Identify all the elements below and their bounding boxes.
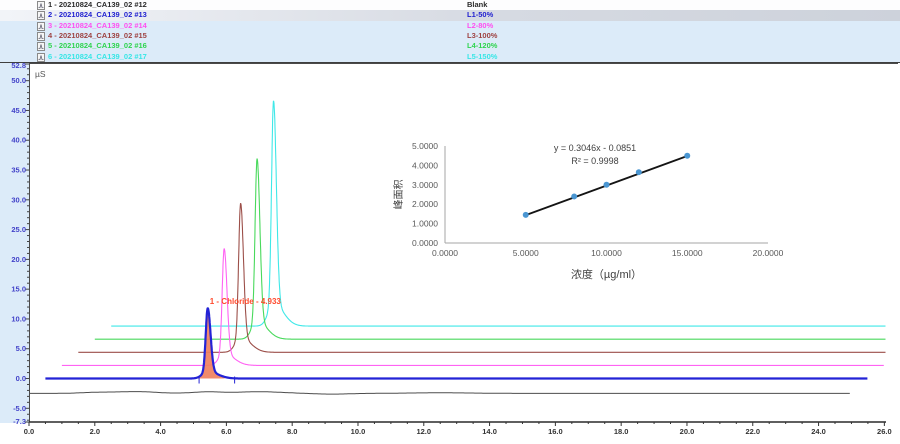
svg-text:45.0: 45.0 — [11, 106, 26, 115]
svg-text:10.0000: 10.0000 — [591, 248, 622, 258]
chromatogram-file-icon — [37, 22, 45, 31]
level-label: L1-50% — [467, 10, 493, 21]
legend-row[interactable]: 5 - 20210824_CA139_02 #16 L4-120% — [0, 41, 900, 51]
calib-y-title: 峰面积 — [393, 180, 405, 210]
svg-text:22.0: 22.0 — [745, 427, 760, 436]
svg-text:15.0: 15.0 — [11, 285, 26, 294]
svg-text:20.0000: 20.0000 — [753, 248, 784, 258]
x-axis-ticks: 0.0 2.0 4.0 6.0 8.0 10.0 12.0 14.0 16.0 18.0 20.0 2… — [24, 422, 892, 436]
sample-name: 5 - 20210824_CA139_02 #16 — [48, 41, 147, 52]
legend-row[interactable]: 6 - 20210824_CA139_02 #17 L5-150% — [0, 52, 900, 62]
sample-name: 3 - 20210824_CA139_02 #14 — [48, 21, 147, 32]
trendline-r2: R² = 0.9998 — [571, 156, 618, 166]
chromatogram-file-icon — [37, 42, 45, 51]
svg-text:16.0: 16.0 — [548, 427, 563, 436]
legend-row[interactable]: 2 - 20210824_CA139_02 #13 L1-50% — [0, 10, 900, 20]
svg-text:6.0: 6.0 — [221, 427, 231, 436]
calibration-point — [523, 212, 529, 218]
svg-text:25.0: 25.0 — [11, 225, 26, 234]
chromatogram-file-icon — [37, 32, 45, 41]
svg-text:10.0: 10.0 — [11, 314, 26, 323]
svg-text:50.0: 50.0 — [11, 76, 26, 85]
sample-legend: 1 - 20210824_CA139_02 #12 Blank 2 - 2021… — [0, 0, 900, 63]
svg-text:18.0: 18.0 — [614, 427, 629, 436]
calibration-chart: 0.0000 1.0000 2.0000 3.0000 4.0000 5.0000 0.00… — [390, 120, 810, 300]
level-label: Blank — [467, 0, 487, 11]
sample-name: 6 - 20210824_CA139_02 #17 — [48, 52, 147, 63]
svg-text:2.0000: 2.0000 — [412, 199, 438, 209]
svg-text:4.0000: 4.0000 — [412, 160, 438, 170]
svg-text:40.0: 40.0 — [11, 136, 26, 145]
svg-text:0.0000: 0.0000 — [432, 248, 458, 258]
peak-label: 1 - Chloride - 4.933 — [210, 297, 282, 306]
svg-text:-7.3: -7.3 — [13, 417, 26, 426]
svg-text:2.0: 2.0 — [90, 427, 100, 436]
level-label: L3-100% — [467, 31, 497, 42]
legend-row[interactable]: 1 - 20210824_CA139_02 #12 Blank — [0, 0, 900, 10]
calibration-point — [604, 182, 610, 188]
svg-text:14.0: 14.0 — [482, 427, 497, 436]
svg-text:35.0: 35.0 — [11, 166, 26, 175]
svg-text:15.0000: 15.0000 — [672, 248, 703, 258]
calibration-point — [684, 153, 690, 159]
trendline-equation: y = 0.3046x - 0.0851 — [554, 143, 636, 153]
svg-text:1.0000: 1.0000 — [412, 219, 438, 229]
svg-text:0.0000: 0.0000 — [412, 238, 438, 248]
svg-text:10.0: 10.0 — [351, 427, 366, 436]
y-axis-ticks: -5.0 0.0 5.0 10.0 15.0 20.0 25.0 30.0 35.0 40.0 45… — [11, 63, 29, 426]
chromatogram-file-icon — [37, 1, 45, 10]
svg-text:0.0: 0.0 — [24, 427, 34, 436]
sample-name: 4 - 20210824_CA139_02 #15 — [48, 31, 147, 42]
svg-text:0.0: 0.0 — [16, 374, 26, 383]
svg-text:5.0000: 5.0000 — [412, 141, 438, 151]
svg-text:20.0: 20.0 — [11, 255, 26, 264]
svg-text:-5.0: -5.0 — [13, 404, 26, 413]
svg-text:5.0000: 5.0000 — [513, 248, 539, 258]
svg-text:26.0: 26.0 — [877, 427, 892, 436]
level-label: L5-150% — [467, 52, 497, 63]
chromatogram-file-icon — [37, 11, 45, 20]
svg-text:24.0: 24.0 — [811, 427, 826, 436]
calibration-point — [636, 169, 642, 175]
chromatography-app-window: 1 - 20210824_CA139_02 #12 Blank 2 - 2021… — [0, 0, 900, 444]
svg-text:20.0: 20.0 — [680, 427, 695, 436]
calibration-point — [571, 193, 577, 199]
svg-text:3.0000: 3.0000 — [412, 180, 438, 190]
level-label: L2-80% — [467, 21, 493, 32]
chromatogram-file-icon — [37, 53, 45, 62]
calib-x-title: 浓度（µg/ml） — [571, 267, 642, 281]
svg-text:4.0: 4.0 — [155, 427, 165, 436]
y-axis-unit-label: µS — [35, 69, 46, 79]
legend-row[interactable]: 3 - 20210824_CA139_02 #14 L2-80% — [0, 21, 900, 31]
svg-text:52.8: 52.8 — [11, 63, 26, 70]
legend-row[interactable]: 4 - 20210824_CA139_02 #15 L3-100% — [0, 31, 900, 41]
svg-text:12.0: 12.0 — [416, 427, 431, 436]
level-label: L4-120% — [467, 41, 497, 52]
svg-text:5.0: 5.0 — [16, 344, 26, 353]
sample-name: 2 - 20210824_CA139_02 #13 — [48, 10, 147, 21]
svg-text:8.0: 8.0 — [287, 427, 297, 436]
svg-text:30.0: 30.0 — [11, 195, 26, 204]
sample-name: 1 - 20210824_CA139_02 #12 — [48, 0, 147, 11]
